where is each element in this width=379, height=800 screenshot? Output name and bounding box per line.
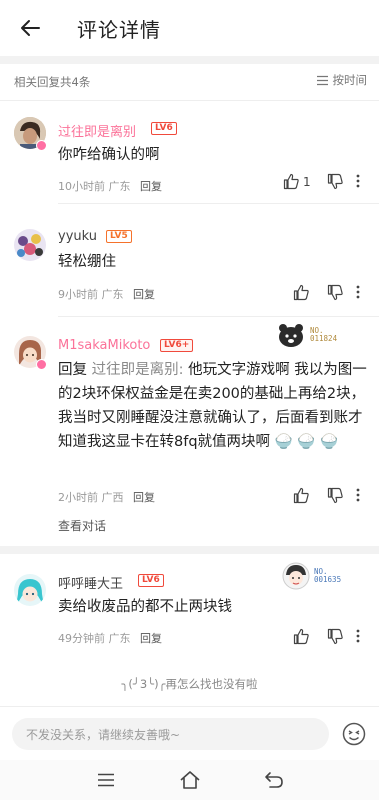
medal-number: NO. 001635 bbox=[314, 567, 342, 584]
home-icon[interactable] bbox=[178, 768, 202, 792]
like-button[interactable] bbox=[293, 628, 310, 645]
username[interactable]: 呼呼睡大王 bbox=[58, 573, 123, 592]
divider bbox=[58, 203, 379, 204]
comment-item: M1sakaMikoto LV6+ NO. 011824 回复 过往即是离别: … bbox=[0, 318, 379, 548]
comment-location: 广西 bbox=[101, 491, 124, 504]
menu-icon[interactable] bbox=[94, 768, 118, 792]
fan-medal: NO. 001635 bbox=[282, 562, 341, 590]
reply-button[interactable]: 回复 bbox=[133, 491, 155, 504]
thumbs-up-icon bbox=[293, 487, 309, 504]
like-count: 1 bbox=[303, 174, 311, 189]
comment-time: 10小时前 bbox=[58, 180, 105, 193]
vip-badge-icon bbox=[36, 359, 47, 370]
sort-label: 按时间 bbox=[332, 73, 368, 87]
level-badge: LV6 bbox=[138, 574, 164, 587]
comment-text: 回复 过往即是离别: 他玩文字游戏啊 我以为图一的2块环保权益金是在卖200的基… bbox=[58, 358, 370, 454]
system-navigation-bar bbox=[0, 760, 379, 800]
sort-button[interactable]: 按时间 bbox=[316, 72, 368, 88]
comment-location: 广东 bbox=[108, 632, 131, 645]
dislike-button[interactable] bbox=[327, 284, 344, 301]
reply-count: 相关回复共4条 bbox=[14, 75, 91, 89]
end-of-list-note: ╮(╯3╰)╭再怎么找也没有啦 bbox=[121, 677, 258, 691]
reply-button[interactable]: 回复 bbox=[133, 288, 155, 301]
reply-button[interactable]: 回复 bbox=[140, 632, 162, 645]
view-conversation-link[interactable]: 查看对话 bbox=[58, 517, 106, 534]
comment-time: 9小时前 bbox=[58, 288, 98, 301]
rice-bowl-emoji-icon: 🍚 bbox=[274, 434, 293, 450]
thumbs-up-icon bbox=[293, 628, 309, 645]
comment-detail-page: 评论详情 相关回复共4条 按时间 过往即是离别 LV6 你咋给确认的啊 10小时… bbox=[0, 0, 379, 800]
header-divider bbox=[0, 56, 379, 64]
thumbs-up-icon bbox=[293, 284, 309, 301]
comment-location: 广东 bbox=[101, 288, 124, 301]
level-badge: LV6 bbox=[151, 122, 177, 135]
avatar[interactable] bbox=[14, 229, 46, 261]
comment-time: 49分钟前 bbox=[58, 632, 105, 645]
dislike-button[interactable] bbox=[327, 628, 344, 645]
username[interactable]: yyuku bbox=[58, 229, 97, 244]
page-title: 评论详情 bbox=[77, 18, 161, 42]
vip-badge-icon bbox=[36, 140, 47, 151]
comment-location: 广东 bbox=[108, 180, 131, 193]
thumbs-down-icon bbox=[327, 173, 343, 190]
comment-meta: 2小时前 广西 回复 bbox=[58, 489, 155, 505]
emoji-row: 🍚 🍚 🍚 bbox=[270, 434, 338, 450]
comment-input[interactable]: 不发没关系，请继续友善哦~ bbox=[12, 718, 329, 750]
level-badge: LV6+ bbox=[160, 339, 194, 352]
thumbs-down-icon bbox=[327, 284, 343, 301]
thumbs-down-icon bbox=[327, 628, 343, 645]
comment-item: 呼呼睡大王 LV6 NO. 001635 卖给收废品的都不止两块钱 49分钟前 … bbox=[0, 554, 379, 664]
comment-time: 2小时前 bbox=[58, 491, 98, 504]
reply-button[interactable]: 回复 bbox=[140, 180, 162, 193]
bear-medal-icon bbox=[279, 324, 303, 347]
reply-prefix: 回复 bbox=[58, 362, 87, 378]
comment-meta: 49分钟前 广东 回复 bbox=[58, 630, 162, 646]
comment-text: 轻松绷住 bbox=[58, 254, 116, 270]
username[interactable]: 过往即是离别 bbox=[58, 121, 136, 140]
level-badge: LV5 bbox=[106, 230, 132, 243]
username[interactable]: M1sakaMikoto bbox=[58, 338, 150, 353]
dislike-button[interactable] bbox=[327, 173, 344, 190]
reply-target-name[interactable]: 过往即是离别: bbox=[92, 362, 184, 378]
more-options-icon[interactable] bbox=[356, 629, 360, 643]
rice-bowl-emoji-icon: 🍚 bbox=[320, 434, 339, 450]
like-button[interactable]: 1 bbox=[283, 173, 311, 190]
avatar[interactable] bbox=[14, 574, 46, 606]
comment-meta: 9小时前 广东 回复 bbox=[58, 286, 155, 302]
like-button[interactable] bbox=[293, 487, 310, 504]
list-icon bbox=[316, 75, 328, 85]
emoji-icon[interactable] bbox=[341, 721, 367, 747]
fan-medal: NO. 011824 bbox=[276, 320, 337, 350]
comment-text: 你咋给确认的啊 bbox=[58, 147, 160, 163]
back-icon[interactable] bbox=[262, 768, 286, 792]
rice-bowl-emoji-icon: 🍚 bbox=[297, 434, 316, 450]
thumbs-up-icon bbox=[283, 173, 299, 190]
comment-input-bar: 不发没关系，请继续友善哦~ bbox=[0, 706, 379, 760]
character-medal-icon bbox=[282, 562, 310, 590]
reply-summary: 相关回复共4条 按时间 bbox=[0, 64, 379, 100]
medal-number: NO. 011824 bbox=[310, 326, 338, 343]
like-button[interactable] bbox=[293, 284, 310, 301]
more-options-icon[interactable] bbox=[356, 488, 360, 502]
comment-meta: 10小时前 广东 回复 bbox=[58, 178, 162, 194]
back-arrow-icon[interactable] bbox=[14, 12, 46, 44]
header: 评论详情 bbox=[0, 0, 379, 56]
divider bbox=[58, 316, 379, 317]
section-divider bbox=[0, 546, 379, 554]
thumbs-down-icon bbox=[327, 487, 343, 504]
dislike-button[interactable] bbox=[327, 487, 344, 504]
comment-text: 卖给收废品的都不止两块钱 bbox=[58, 599, 232, 615]
comment-item: yyuku LV5 轻松绷住 9小时前 广东 回复 bbox=[0, 214, 379, 314]
comment-item: 过往即是离别 LV6 你咋给确认的啊 10小时前 广东 回复 1 bbox=[0, 100, 379, 203]
more-options-icon[interactable] bbox=[356, 174, 360, 188]
more-options-icon[interactable] bbox=[356, 285, 360, 299]
